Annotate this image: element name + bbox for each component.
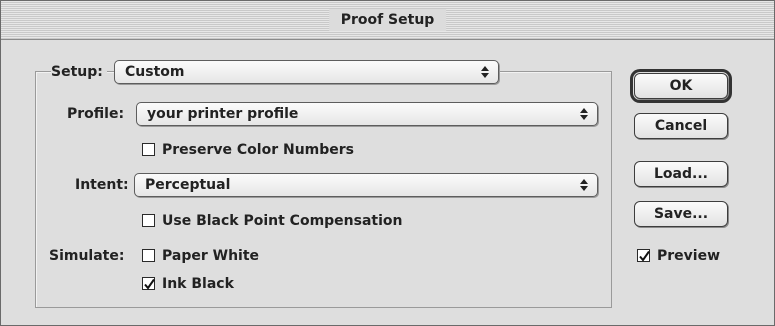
proof-setup-dialog: Proof Setup Setup: Custom Profile: your …	[0, 0, 775, 326]
setup-popup[interactable]: Custom	[114, 60, 499, 84]
ok-button[interactable]: OK	[630, 69, 732, 103]
save-button[interactable]: Save...	[634, 201, 728, 227]
ink-black-label: Ink Black	[162, 276, 234, 292]
load-button[interactable]: Load...	[634, 161, 728, 187]
checkbox-box	[142, 143, 155, 156]
profile-label: Profile:	[67, 106, 125, 122]
setup-value: Custom	[125, 64, 185, 80]
preview-label: Preview	[657, 248, 721, 264]
checkbox-box	[637, 249, 650, 262]
preserve-color-numbers-label: Preserve Color Numbers	[162, 142, 355, 158]
checkmark-icon	[144, 278, 155, 290]
checkmark-icon	[639, 250, 650, 262]
paper-white-label: Paper White	[162, 248, 260, 264]
popup-arrows-icon	[580, 108, 588, 120]
title-bar[interactable]: Proof Setup	[1, 1, 774, 40]
intent-value: Perceptual	[145, 177, 231, 193]
popup-arrows-icon	[580, 179, 588, 191]
cancel-button[interactable]: Cancel	[634, 113, 728, 139]
profile-value: your printer profile	[147, 106, 299, 122]
black-point-compensation-label: Use Black Point Compensation	[162, 213, 403, 229]
dialog-title: Proof Setup	[328, 9, 447, 31]
checkbox-box	[142, 249, 155, 262]
intent-popup[interactable]: Perceptual	[134, 173, 598, 197]
checkbox-box	[142, 277, 155, 290]
simulate-label: Simulate:	[49, 248, 125, 264]
setup-label: Setup:	[51, 62, 107, 82]
popup-arrows-icon	[481, 66, 489, 78]
checkbox-box	[142, 214, 155, 227]
profile-popup[interactable]: your printer profile	[136, 102, 598, 126]
intent-label: Intent:	[75, 177, 129, 193]
